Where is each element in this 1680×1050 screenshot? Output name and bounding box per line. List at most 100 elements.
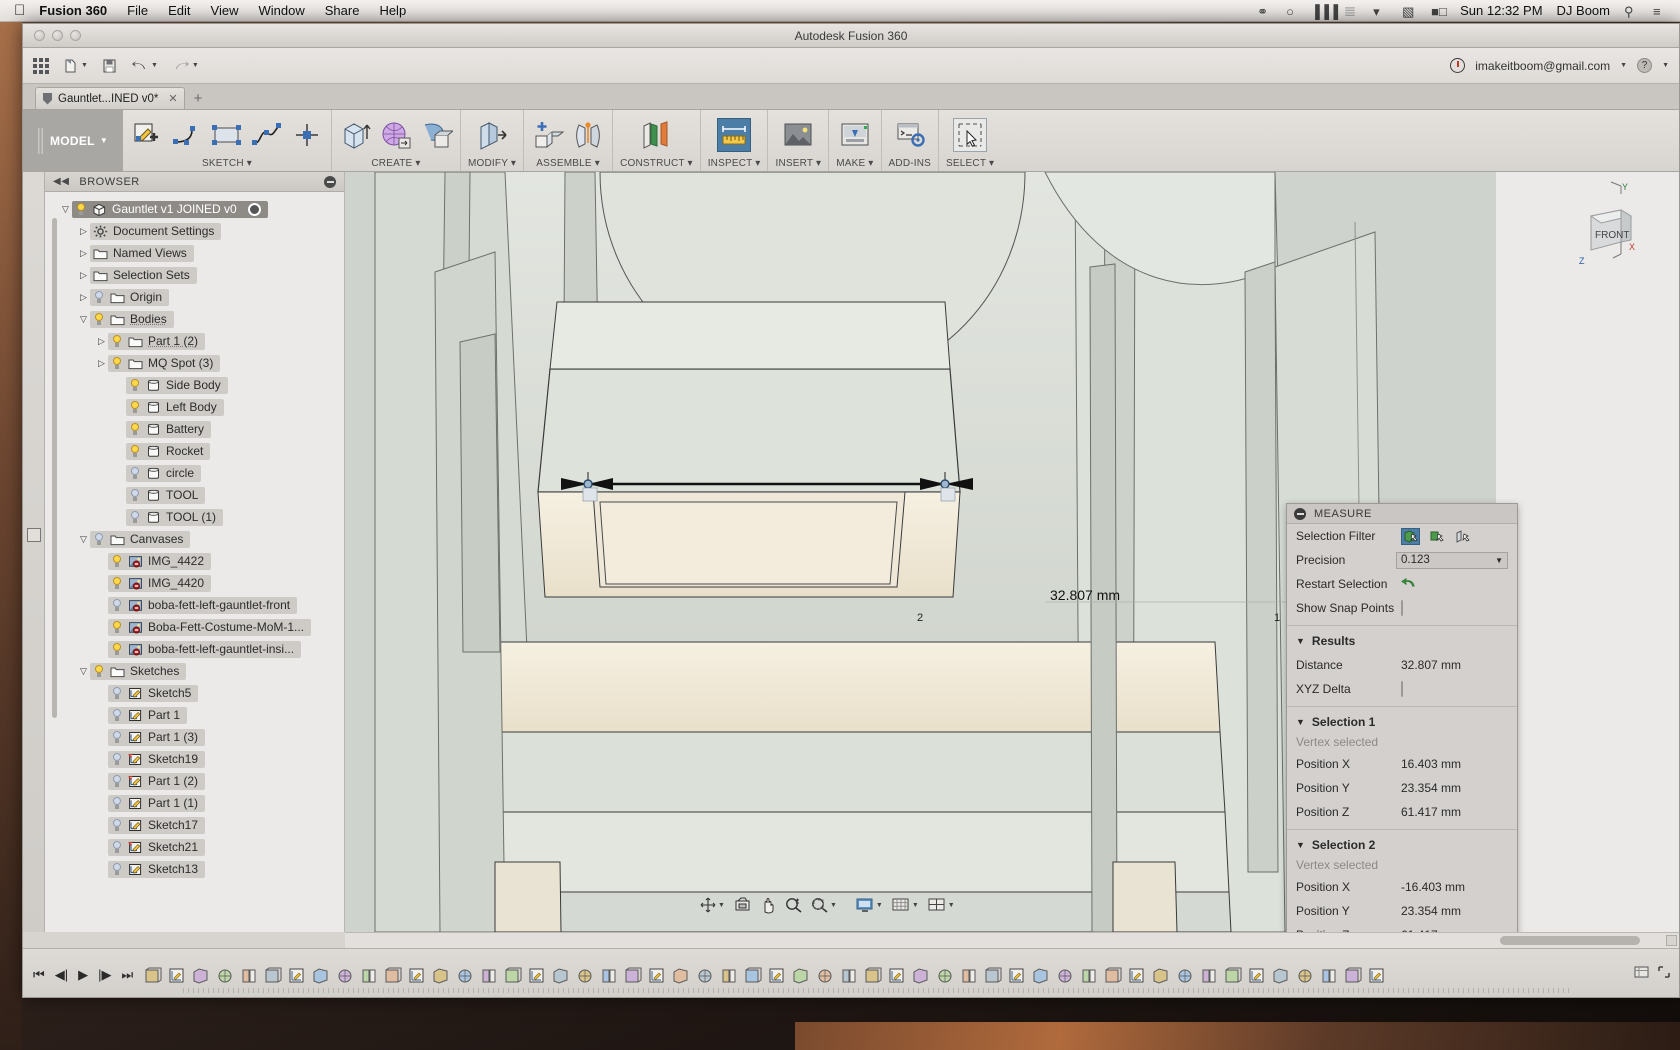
timeline-feature-fillet-icon[interactable]	[1343, 966, 1363, 986]
visibility-off-icon[interactable]	[111, 730, 123, 744]
timeline-feature-joint-icon[interactable]	[599, 966, 619, 986]
browser-tree-item[interactable]: Side Body	[126, 376, 228, 394]
rectangle-icon[interactable]	[210, 118, 244, 152]
select-body-icon[interactable]	[1401, 527, 1420, 545]
browser-tree-row[interactable]: ▷ Document Settings	[45, 220, 344, 242]
timeline-feature-extrude-icon[interactable]	[719, 966, 739, 986]
timeline-feature-plane-icon[interactable]	[1079, 966, 1099, 986]
chevron-down-icon[interactable]: ▼	[151, 62, 158, 69]
browser-tree-item[interactable]: Part 1 (2)	[108, 332, 206, 350]
menu-help[interactable]: Help	[379, 3, 406, 18]
measure-icon[interactable]	[717, 118, 752, 152]
browser-tree-row[interactable]: Side Body	[45, 374, 344, 396]
timeline-feature-combine-icon[interactable]	[623, 966, 643, 986]
view-cube[interactable]: Y FRONT X Z	[1529, 180, 1639, 272]
orbit-icon[interactable]: ▼	[700, 897, 725, 913]
browser-tree-item[interactable]: MQ Spot (3)	[108, 354, 221, 372]
minimize-icon[interactable]	[324, 175, 336, 188]
select-face-icon[interactable]	[1427, 528, 1446, 545]
browser-tree-item[interactable]: Part 1 (3)	[108, 728, 206, 746]
timeline-feature-pattern-icon[interactable]	[983, 966, 1003, 986]
timeline-feature-list[interactable]	[143, 964, 1634, 986]
twisty-collapsed-icon[interactable]: ▷	[77, 270, 90, 281]
audio-meter-icon[interactable]: ▌▌▌	[1315, 4, 1343, 19]
visibility-off-icon[interactable]	[111, 708, 123, 722]
browser-tree-row[interactable]: ▽ Bodies	[45, 308, 344, 330]
insert-canvas-icon[interactable]	[781, 118, 815, 152]
chevron-down-icon[interactable]: ▼	[192, 62, 199, 69]
timeline-feature-combine-icon[interactable]	[335, 966, 355, 986]
select-cursor-icon[interactable]	[953, 118, 988, 152]
visibility-on-icon[interactable]	[111, 334, 123, 348]
browser-tree-row[interactable]: Rocket	[45, 440, 344, 462]
visibility-on-icon[interactable]	[75, 202, 87, 216]
visibility-on-icon[interactable]	[129, 400, 141, 414]
selection-2-header[interactable]: ▼ Selection 2	[1287, 835, 1517, 857]
twisty-collapsed-icon[interactable]: ▷	[77, 292, 90, 303]
chevron-down-icon[interactable]: ▼	[1662, 62, 1669, 69]
timeline-feature-plane-icon[interactable]	[215, 966, 235, 986]
visibility-on-icon[interactable]	[129, 378, 141, 392]
timeline-feature-shell-icon[interactable]	[839, 966, 859, 986]
wifi-icon[interactable]: ▾	[1373, 4, 1388, 19]
ribbon-group-label-insert[interactable]: INSERT ▾	[775, 158, 821, 169]
browser-scrollbar[interactable]	[52, 218, 57, 718]
browser-tree-row[interactable]: Part 1 (1)	[45, 792, 344, 814]
joint-icon[interactable]	[571, 118, 605, 152]
menu-bar-clock[interactable]: Sun 12:32 PM	[1460, 3, 1542, 18]
visibility-on-icon[interactable]	[93, 312, 105, 326]
revolve-icon[interactable]	[419, 118, 453, 152]
airplay-icon[interactable]: ▧	[1402, 4, 1417, 19]
browser-tree-item[interactable]: Document Settings	[90, 222, 222, 240]
restart-arrow-icon[interactable]	[1401, 577, 1417, 593]
timeline-feature-mirror-icon[interactable]	[527, 966, 547, 986]
viewport-horizontal-scrollbar[interactable]	[345, 932, 1679, 948]
timeline-feature-hole-icon[interactable]	[383, 966, 403, 986]
browser-tree-item[interactable]: Part 1 (1)	[108, 794, 206, 812]
rail-panel-icon[interactable]	[27, 528, 41, 542]
browser-tree-row[interactable]: ▽ Gauntlet v1 JOINED v0	[45, 198, 344, 220]
menu-file[interactable]: File	[127, 3, 148, 18]
browser-tree-row[interactable]: TOOL	[45, 484, 344, 506]
chevron-down-icon[interactable]: ▼	[830, 902, 837, 909]
timeline-feature-shell-icon[interactable]	[551, 966, 571, 986]
look-at-icon[interactable]	[734, 897, 751, 913]
timeline-feature-pattern-icon[interactable]	[407, 966, 427, 986]
ribbon-group-label-create[interactable]: CREATE ▾	[371, 158, 420, 169]
job-status-clock-icon[interactable]	[1450, 58, 1466, 73]
browser-tree-item[interactable]: TOOL (1)	[126, 508, 224, 526]
browser-tree-row[interactable]: ▷ Origin	[45, 286, 344, 308]
browser-tree-row[interactable]: ▽ Sketches	[45, 660, 344, 682]
timeline-feature-revolve-icon[interactable]	[935, 966, 955, 986]
timeline-feature-extrude-icon[interactable]	[143, 966, 163, 986]
browser-tree-item[interactable]: Sketches	[90, 662, 187, 680]
visibility-off-icon[interactable]	[111, 818, 123, 832]
arc-icon[interactable]	[170, 118, 204, 152]
document-tab[interactable]: Gauntlet...INED v0* ✕	[35, 87, 185, 109]
chevron-down-icon[interactable]: ▼	[718, 902, 725, 909]
browser-tree-item[interactable]: Gauntlet v1 JOINED v0	[72, 200, 268, 218]
browser-tree-item[interactable]: Sketch5	[108, 684, 199, 702]
visibility-on-icon[interactable]	[111, 620, 123, 634]
browser-tree-item[interactable]: IMG_4422	[108, 552, 212, 570]
visibility-off-icon[interactable]	[111, 840, 123, 854]
ribbon-group-label-assemble[interactable]: ASSEMBLE ▾	[536, 158, 600, 169]
close-tab-icon[interactable]: ✕	[168, 92, 177, 105]
chevron-down-icon[interactable]: ▼	[948, 902, 955, 909]
browser-tree-row[interactable]: ▷ Named Views	[45, 242, 344, 264]
offset-plane-icon[interactable]	[639, 118, 673, 152]
timeline-feature-hole-icon[interactable]	[671, 966, 691, 986]
timeline-feature-canvas-icon[interactable]	[287, 966, 307, 986]
timeline-feature-shell-icon[interactable]	[263, 966, 283, 986]
pan-icon[interactable]	[760, 897, 776, 914]
creative-cloud-icon[interactable]: ⚭	[1257, 4, 1272, 19]
twisty-expanded-icon[interactable]: ▽	[59, 204, 72, 215]
browser-tree-row[interactable]: circle	[45, 462, 344, 484]
browser-tree-item[interactable]: Part 1	[108, 706, 188, 724]
twisty-collapsed-icon[interactable]: ▷	[77, 226, 90, 237]
account-email[interactable]: imakeitboom@gmail.com	[1475, 59, 1610, 73]
timeline-feature-fillet-icon[interactable]	[1055, 966, 1075, 986]
browser-tree-row[interactable]: Boba-Fett-Costume-MoM-1...	[45, 616, 344, 638]
timeline-feature-pattern-icon[interactable]	[1271, 966, 1291, 986]
chevron-down-icon[interactable]: ▼	[912, 902, 919, 909]
